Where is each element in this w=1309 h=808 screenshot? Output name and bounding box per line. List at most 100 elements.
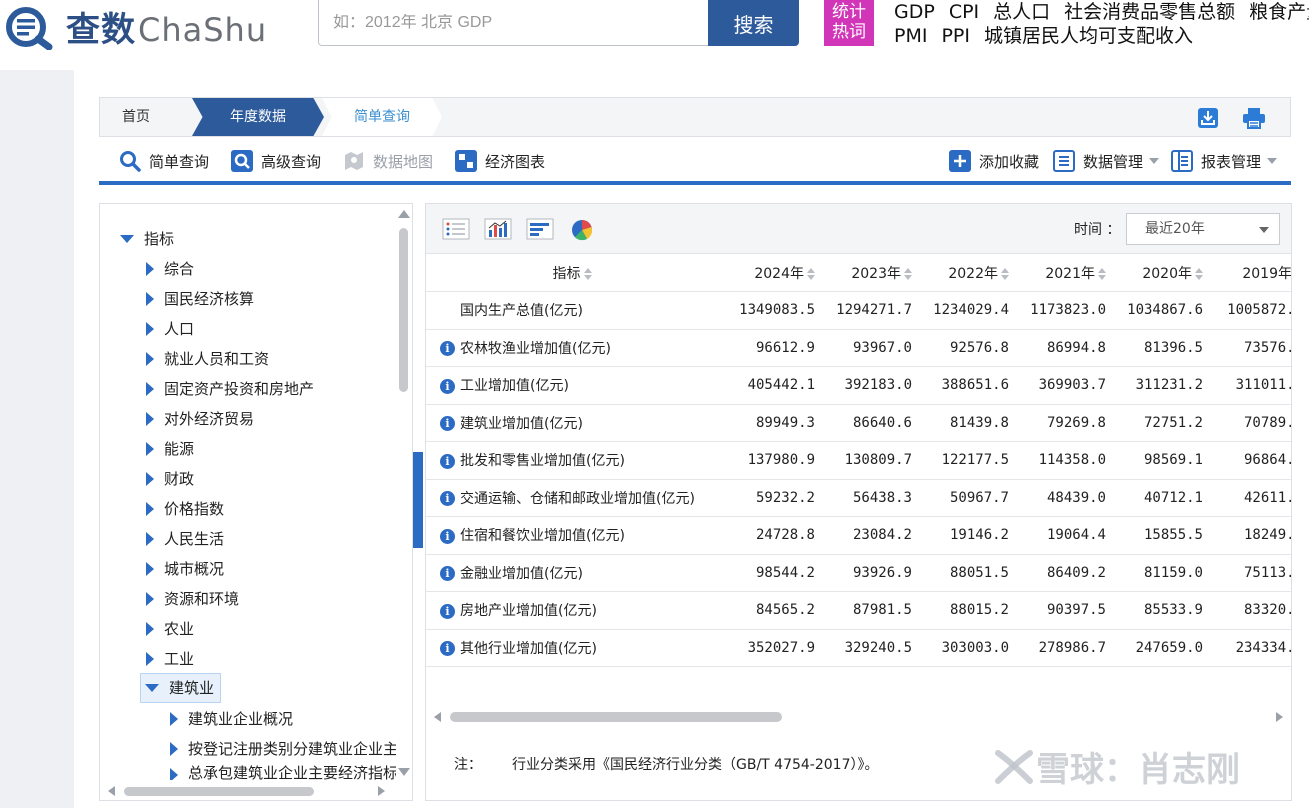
tree-item-construction[interactable]: 建筑业 — [140, 673, 222, 703]
list-box-icon — [1053, 150, 1075, 172]
tree-child-item[interactable]: 按登记注册类别分建筑业企业主要指标 — [170, 734, 412, 764]
breadcrumb-annual-data[interactable]: 年度数据 — [192, 98, 324, 136]
info-icon[interactable]: i — [440, 378, 455, 394]
value-cell: 96864.9 — [1211, 441, 1291, 480]
scroll-left-arrow-icon[interactable] — [108, 786, 115, 796]
info-icon[interactable]: i — [440, 603, 455, 619]
advanced-query-tool[interactable]: 高级查询 — [231, 149, 321, 173]
hot-link[interactable]: 总人口 — [993, 1, 1050, 23]
table-row[interactable]: 国内生产总值(亿元) 1349083.5 1294271.7 1234029.4 117… — [426, 291, 1291, 330]
table-horizontal-scrollbar[interactable] — [426, 706, 1291, 726]
tree-item[interactable]: 人口 — [146, 314, 194, 344]
indicator-name-cell[interactable]: i 住宿和餐饮业增加值(亿元) — [426, 516, 726, 555]
table-row[interactable]: i 工业增加值(亿元) 405442.1 392183.0 388651.6 369903… — [426, 366, 1291, 405]
simple-query-tool[interactable]: 简单查询 — [119, 149, 209, 173]
tree-item[interactable]: 对外经济贸易 — [146, 404, 254, 434]
tree-item[interactable]: 城市概况 — [146, 554, 224, 584]
indicator-name-cell[interactable]: i 工业增加值(亿元) — [426, 366, 726, 405]
column-header[interactable]: 2020年 — [1114, 254, 1211, 292]
column-header[interactable]: 2019年 — [1211, 254, 1291, 292]
info-icon[interactable]: i — [440, 641, 455, 657]
data-map-tool[interactable]: 数据地图 — [343, 149, 433, 173]
tree-child-item[interactable]: 总承包建筑业企业主要经济指标 — [170, 764, 398, 780]
table-row[interactable]: i 其他行业增加值(亿元) 352027.9 329240.5 303003.0 2789… — [426, 629, 1291, 667]
hot-link[interactable]: 社会消费品零售总额 — [1064, 1, 1235, 23]
tree-item[interactable]: 财政 — [146, 464, 194, 494]
hot-link[interactable]: PMI — [894, 25, 927, 47]
indicator-name-cell[interactable]: i 其他行业增加值(亿元) — [426, 629, 726, 667]
indicator-name-cell[interactable]: i 建筑业增加值(亿元) — [426, 404, 726, 442]
hot-link[interactable]: CPI — [949, 1, 979, 23]
column-header[interactable]: 2024年 — [726, 254, 823, 292]
column-header[interactable]: 指标 — [426, 254, 726, 292]
tree-vscroll-thumb[interactable] — [399, 228, 408, 392]
info-icon[interactable]: i — [440, 416, 455, 432]
scroll-left-arrow-icon[interactable] — [434, 712, 441, 722]
scroll-up-arrow-icon[interactable] — [398, 210, 410, 218]
search-input[interactable] — [333, 13, 709, 32]
indicator-name: 住宿和餐饮业增加值(亿元) — [460, 528, 625, 545]
tree-item[interactable]: 综合 — [146, 254, 194, 284]
info-icon[interactable]: i — [440, 491, 455, 507]
table-hscroll-thumb[interactable] — [450, 712, 782, 722]
download-icon[interactable] — [1196, 106, 1220, 130]
indicator-name-cell[interactable]: i 金融业增加值(亿元) — [426, 554, 726, 592]
scroll-down-arrow-icon[interactable] — [398, 768, 410, 776]
column-header[interactable]: 2022年 — [920, 254, 1017, 292]
data-manage-tool[interactable]: 数据管理 — [1053, 149, 1160, 173]
info-icon[interactable]: i — [440, 566, 455, 582]
tree-root[interactable]: 指标 — [120, 224, 174, 254]
econ-chart-tool[interactable]: 经济图表 — [455, 149, 545, 173]
table-view-icon[interactable] — [442, 218, 470, 242]
table-row[interactable]: i 建筑业增加值(亿元) 89949.3 86640.6 81439.8 79269.8 7… — [426, 404, 1291, 442]
table-row[interactable]: i 批发和零售业增加值(亿元) 137980.9 130809.7 122177.5 11… — [426, 441, 1291, 480]
column-header[interactable]: 2023年 — [823, 254, 920, 292]
add-favorite-tool[interactable]: 添加收藏 — [949, 149, 1039, 173]
scroll-right-arrow-icon[interactable] — [1276, 712, 1283, 722]
tree-item[interactable]: 人民生活 — [146, 524, 224, 554]
tree-item[interactable]: 固定资产投资和房地产 — [146, 374, 314, 404]
tree-child-item[interactable]: 建筑业企业概况 — [170, 704, 293, 734]
info-icon[interactable]: i — [440, 528, 455, 544]
hot-link[interactable]: PPI — [941, 25, 970, 47]
tree-item[interactable]: 国民经济核算 — [146, 284, 254, 314]
table-row[interactable]: i 金融业增加值(亿元) 98544.2 93926.9 88051.5 86409.2 8… — [426, 554, 1291, 592]
table-row[interactable]: i 房地产业增加值(亿元) 84565.2 87981.5 88015.2 90397.5… — [426, 591, 1291, 630]
indicator-name-cell[interactable]: i 批发和零售业增加值(亿元) — [426, 441, 726, 480]
hot-link[interactable]: 粮食产量 — [1249, 1, 1309, 23]
tree-horizontal-scrollbar[interactable] — [100, 782, 396, 800]
value-cell: 81439.8 — [920, 404, 1017, 442]
print-icon[interactable] — [1242, 106, 1266, 130]
bar-chart-icon[interactable] — [484, 218, 512, 242]
table-row[interactable]: i 住宿和餐饮业增加值(亿元) 24728.8 23084.2 19146.2 19064… — [426, 516, 1291, 555]
indicator-name-cell[interactable]: i 房地产业增加值(亿元) — [426, 591, 726, 630]
scroll-right-arrow-icon[interactable] — [378, 786, 385, 796]
panel-splitter-handle[interactable] — [413, 452, 423, 548]
table-row[interactable]: i 农林牧渔业增加值(亿元) 96612.9 93967.0 92576.8 86994.… — [426, 329, 1291, 367]
horizontal-bar-icon[interactable] — [526, 218, 554, 242]
time-range-select[interactable]: 最近20年 — [1126, 213, 1280, 245]
search-button[interactable]: 搜索 — [708, 0, 799, 46]
tree-item[interactable]: 价格指数 — [146, 494, 224, 524]
info-icon[interactable]: i — [440, 341, 455, 357]
report-manage-tool[interactable]: 报表管理 — [1171, 149, 1278, 173]
tree-item[interactable]: 就业人员和工资 — [146, 344, 269, 374]
pie-chart-icon[interactable] — [570, 218, 598, 242]
tree-item[interactable]: 农业 — [146, 614, 194, 644]
indicator-name-cell[interactable]: i 交通运输、仓储和邮政业增加值(亿元) — [426, 479, 726, 517]
hot-link[interactable]: 城镇居民人均可支配收入 — [984, 25, 1193, 47]
table-row[interactable]: i 交通运输、仓储和邮政业增加值(亿元) 59232.2 56438.3 50967.7… — [426, 479, 1291, 517]
info-icon[interactable]: i — [440, 453, 455, 469]
hot-link[interactable]: GDP — [894, 1, 935, 23]
indicator-name-cell[interactable]: 国内生产总值(亿元) — [426, 291, 726, 330]
indicator-name-cell[interactable]: i 农林牧渔业增加值(亿元) — [426, 329, 726, 367]
site-logo[interactable]: 查数ChaShu — [4, 2, 267, 51]
tree-vertical-scrollbar[interactable] — [396, 204, 412, 784]
breadcrumb-simple-query[interactable]: 简单查询 — [322, 98, 442, 136]
tree-hscroll-thumb[interactable] — [124, 787, 314, 796]
tree-item[interactable]: 资源和环境 — [146, 584, 239, 614]
tree-item[interactable]: 工业 — [146, 644, 194, 674]
breadcrumb-home[interactable]: 首页 — [122, 98, 150, 136]
tree-item[interactable]: 能源 — [146, 434, 194, 464]
column-header[interactable]: 2021年 — [1017, 254, 1114, 292]
